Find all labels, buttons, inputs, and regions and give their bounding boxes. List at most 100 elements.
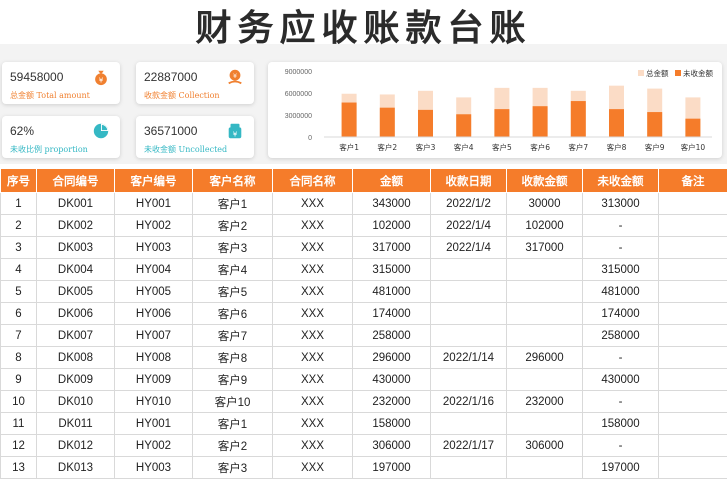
table-cell[interactable]: 315000	[353, 259, 431, 281]
table-cell[interactable]	[659, 259, 727, 281]
table-cell[interactable]: 12	[1, 435, 37, 457]
table-cell[interactable]: 2	[1, 215, 37, 237]
table-cell[interactable]: XXX	[273, 193, 353, 215]
table-cell[interactable]: 客户5	[193, 281, 273, 303]
table-cell[interactable]: DK009	[37, 369, 115, 391]
table-cell[interactable]: 317000	[353, 237, 431, 259]
column-header[interactable]: 未收金额	[583, 169, 659, 193]
table-row[interactable]: 1DK001HY001客户1XXX3430002022/1/2300003130…	[1, 193, 727, 215]
table-cell[interactable]: 296000	[353, 347, 431, 369]
table-cell[interactable]: XXX	[273, 215, 353, 237]
table-cell[interactable]: DK003	[37, 237, 115, 259]
table-cell[interactable]	[507, 259, 583, 281]
table-cell[interactable]: DK002	[37, 215, 115, 237]
column-header[interactable]: 金额	[353, 169, 431, 193]
table-cell[interactable]: 481000	[353, 281, 431, 303]
table-cell[interactable]: 2022/1/16	[431, 391, 507, 413]
table-cell[interactable]: 客户3	[193, 237, 273, 259]
table-cell[interactable]: DK011	[37, 413, 115, 435]
table-cell[interactable]: DK010	[37, 391, 115, 413]
table-cell[interactable]: 296000	[507, 347, 583, 369]
table-cell[interactable]	[507, 281, 583, 303]
table-cell[interactable]: 30000	[507, 193, 583, 215]
table-row[interactable]: 9DK009HY009客户9XXX430000430000	[1, 369, 727, 391]
column-header[interactable]: 序号	[1, 169, 37, 193]
table-cell[interactable]: 2022/1/4	[431, 237, 507, 259]
table-cell[interactable]: 430000	[583, 369, 659, 391]
table-cell[interactable]: XXX	[273, 237, 353, 259]
table-cell[interactable]: -	[583, 435, 659, 457]
table-cell[interactable]: 客户8	[193, 347, 273, 369]
table-cell[interactable]: 客户2	[193, 435, 273, 457]
table-cell[interactable]: HY007	[115, 325, 193, 347]
table-row[interactable]: 8DK008HY008客户8XXX2960002022/1/14296000-	[1, 347, 727, 369]
table-cell[interactable]: 2022/1/4	[431, 215, 507, 237]
table-cell[interactable]	[507, 325, 583, 347]
table-cell[interactable]: DK008	[37, 347, 115, 369]
table-cell[interactable]: 258000	[353, 325, 431, 347]
table-cell[interactable]: XXX	[273, 435, 353, 457]
table-cell[interactable]	[431, 281, 507, 303]
column-header[interactable]: 客户编号	[115, 169, 193, 193]
table-row[interactable]: 5DK005HY005客户5XXX481000481000	[1, 281, 727, 303]
column-header[interactable]: 收款日期	[431, 169, 507, 193]
table-cell[interactable]: 232000	[507, 391, 583, 413]
table-cell[interactable]: 6	[1, 303, 37, 325]
table-cell[interactable]: XXX	[273, 413, 353, 435]
table-cell[interactable]: 客户2	[193, 215, 273, 237]
table-cell[interactable]	[659, 435, 727, 457]
table-cell[interactable]: 客户9	[193, 369, 273, 391]
table-cell[interactable]: HY002	[115, 435, 193, 457]
table-cell[interactable]: 317000	[507, 237, 583, 259]
table-row[interactable]: 13DK013HY003客户3XXX197000197000	[1, 457, 727, 479]
proportion-card[interactable]: 62% 未收比例 proportion	[2, 116, 120, 158]
table-cell[interactable]: 258000	[583, 325, 659, 347]
table-cell[interactable]: 13	[1, 457, 37, 479]
table-cell[interactable]: DK012	[37, 435, 115, 457]
table-cell[interactable]: DK005	[37, 281, 115, 303]
table-cell[interactable]: 客户3	[193, 457, 273, 479]
table-cell[interactable]: XXX	[273, 347, 353, 369]
table-cell[interactable]	[659, 237, 727, 259]
table-cell[interactable]: 102000	[507, 215, 583, 237]
table-cell[interactable]: DK007	[37, 325, 115, 347]
table-cell[interactable]: HY005	[115, 281, 193, 303]
table-cell[interactable]: 5	[1, 281, 37, 303]
table-cell[interactable]: HY003	[115, 237, 193, 259]
table-cell[interactable]: HY008	[115, 347, 193, 369]
table-cell[interactable]: XXX	[273, 391, 353, 413]
table-cell[interactable]	[659, 369, 727, 391]
table-cell[interactable]	[659, 215, 727, 237]
table-cell[interactable]: XXX	[273, 303, 353, 325]
table-cell[interactable]: 481000	[583, 281, 659, 303]
table-cell[interactable]	[659, 193, 727, 215]
table-cell[interactable]: 客户7	[193, 325, 273, 347]
table-cell[interactable]: DK001	[37, 193, 115, 215]
table-cell[interactable]	[507, 457, 583, 479]
column-header[interactable]: 客户名称	[193, 169, 273, 193]
table-cell[interactable]: 1	[1, 193, 37, 215]
table-cell[interactable]: 343000	[353, 193, 431, 215]
table-cell[interactable]: DK004	[37, 259, 115, 281]
table-cell[interactable]: 2022/1/17	[431, 435, 507, 457]
table-cell[interactable]: 客户10	[193, 391, 273, 413]
table-cell[interactable]: 232000	[353, 391, 431, 413]
table-cell[interactable]	[507, 413, 583, 435]
table-cell[interactable]: DK006	[37, 303, 115, 325]
table-cell[interactable]: 客户1	[193, 413, 273, 435]
table-cell[interactable]: 7	[1, 325, 37, 347]
table-cell[interactable]: 10	[1, 391, 37, 413]
table-cell[interactable]	[659, 325, 727, 347]
table-cell[interactable]: 客户6	[193, 303, 273, 325]
table-cell[interactable]: 102000	[353, 215, 431, 237]
table-cell[interactable]: 158000	[353, 413, 431, 435]
table-cell[interactable]: 4	[1, 259, 37, 281]
table-cell[interactable]: HY010	[115, 391, 193, 413]
table-row[interactable]: 2DK002HY002客户2XXX1020002022/1/4102000-	[1, 215, 727, 237]
table-cell[interactable]: DK013	[37, 457, 115, 479]
table-cell[interactable]	[431, 303, 507, 325]
table-cell[interactable]	[431, 325, 507, 347]
table-cell[interactable]: 3	[1, 237, 37, 259]
table-cell[interactable]: 客户1	[193, 193, 273, 215]
table-cell[interactable]: 2022/1/2	[431, 193, 507, 215]
